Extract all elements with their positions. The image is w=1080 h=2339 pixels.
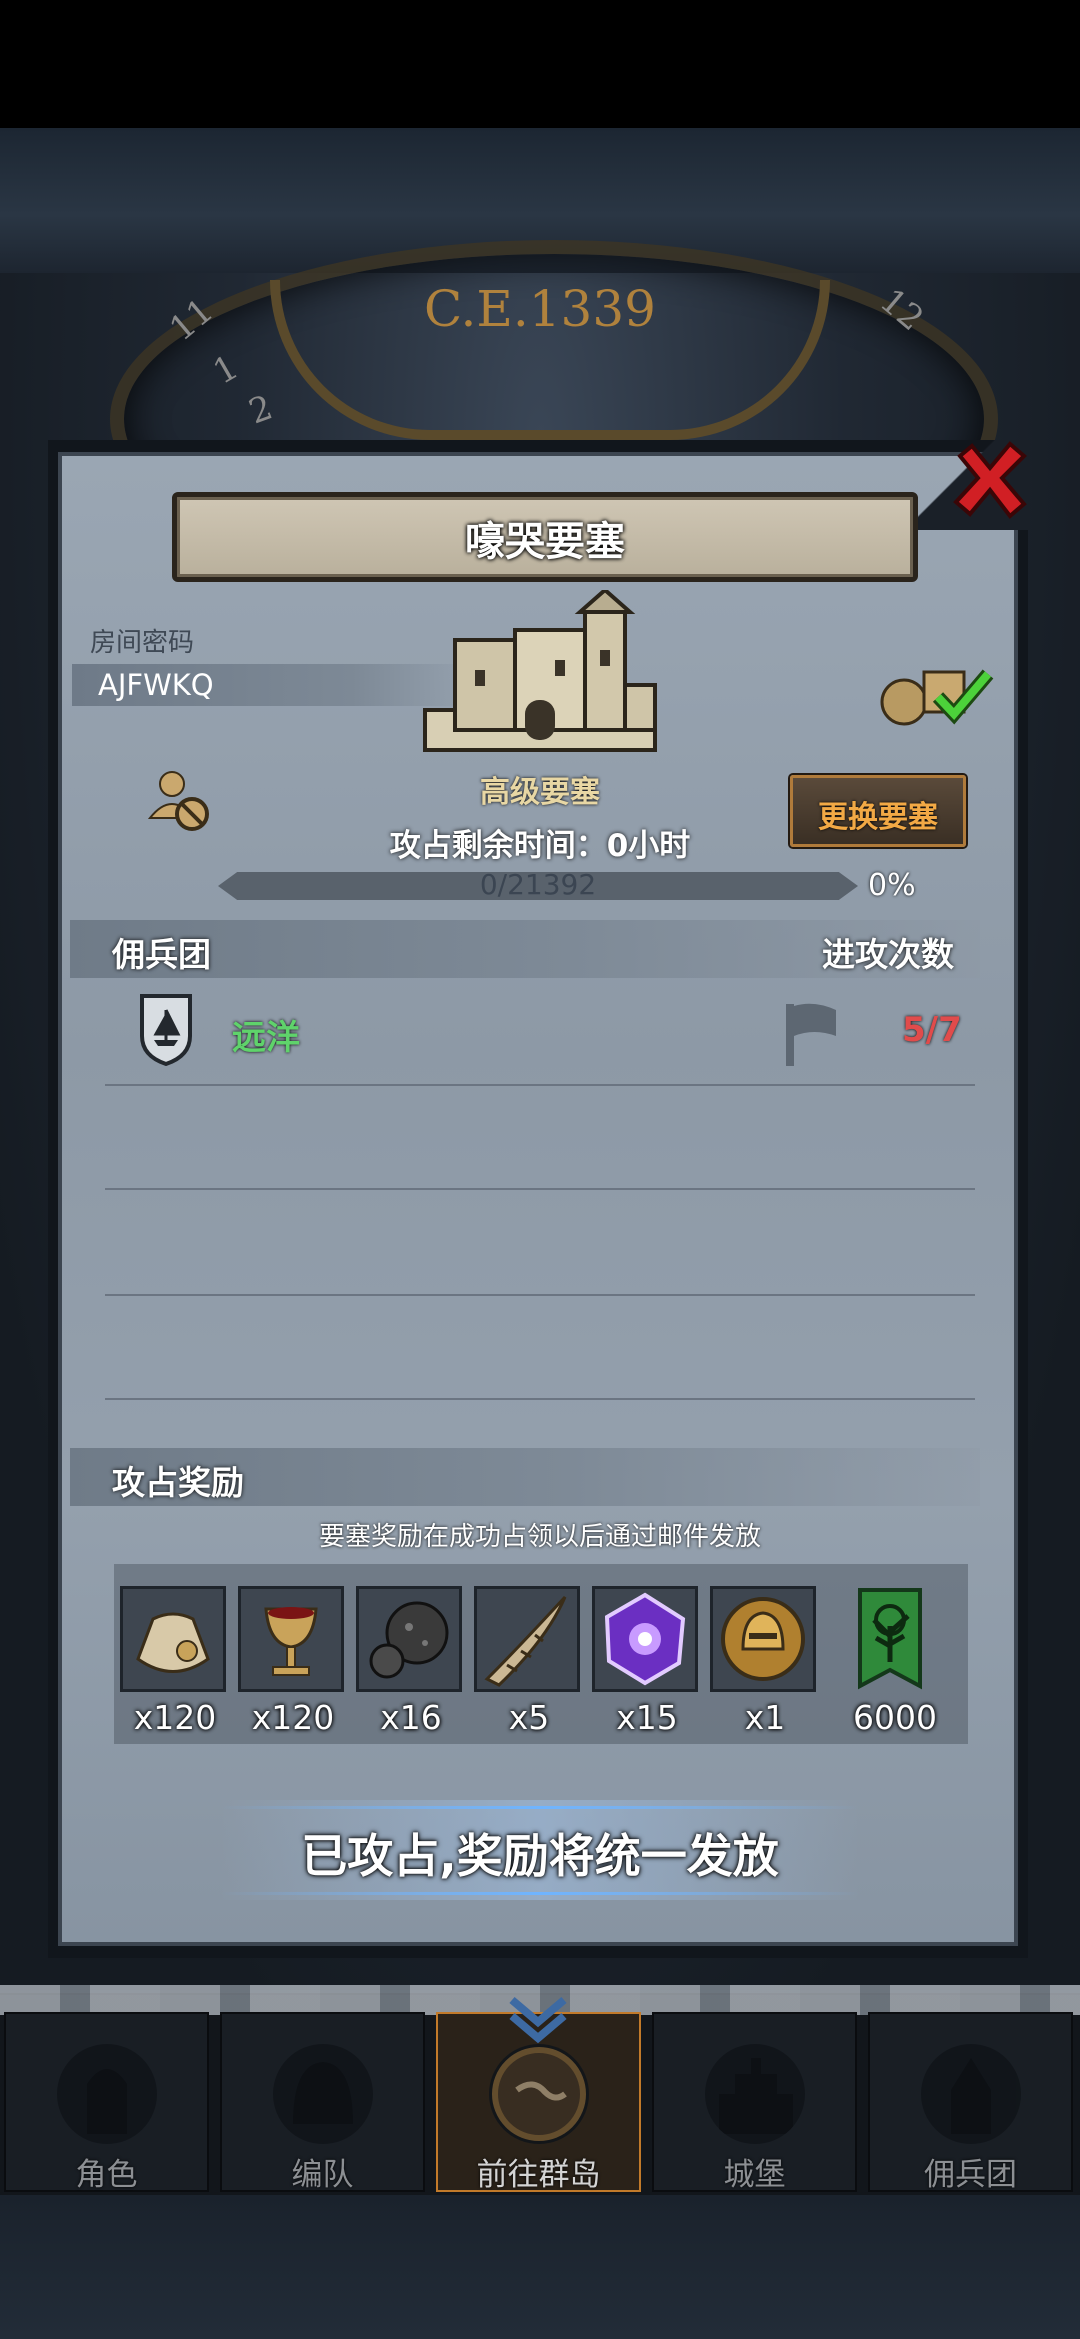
title-plate: 嚎哭要塞	[172, 492, 918, 582]
room-code-value[interactable]: AJFWKQ	[98, 668, 214, 702]
ship-shield-icon	[140, 994, 192, 1066]
reward-item[interactable]: x5	[474, 1586, 584, 1737]
reward-qty: 6000	[853, 1698, 937, 1737]
nav-item-mercenary[interactable]: 佣兵团	[868, 2012, 1073, 2193]
attack-count-header: 进攻次数	[822, 935, 954, 974]
reward-qty: x1	[744, 1698, 786, 1737]
occupation-progress-percent: 0%	[868, 868, 916, 903]
row-divider	[105, 1084, 975, 1086]
nav-label: 前往群岛	[476, 2157, 601, 2193]
room-code-label: 房间密码	[90, 628, 195, 658]
reward-item[interactable]: x1	[710, 1586, 820, 1737]
nav-label: 编队	[291, 2157, 354, 2193]
row-divider	[105, 1188, 975, 1190]
system-nav-area	[0, 2195, 1080, 2339]
supplies-check-icon[interactable]	[876, 652, 996, 732]
nav-item-character[interactable]: 角色	[4, 2012, 209, 2193]
claim-status-text: 已攻占,奖励将统一发放	[301, 1829, 779, 1883]
nav-item-castle[interactable]: 城堡	[652, 2012, 857, 2193]
helmet-icon	[272, 2044, 373, 2144]
castle-icon	[423, 590, 657, 752]
green-banner-icon	[858, 1588, 922, 1690]
knight-icon	[56, 2044, 157, 2144]
reward-item[interactable]: 6000	[840, 1586, 950, 1737]
row-divider	[105, 1294, 975, 1296]
castle-nav-icon	[704, 2044, 805, 2144]
reward-item[interactable]: x120	[238, 1586, 348, 1737]
close-icon[interactable]	[950, 440, 1030, 520]
mercenary-attack-count: 5/7	[902, 1010, 962, 1050]
flag-icon	[786, 1003, 836, 1066]
nav-item-islands[interactable]: 前往群岛	[436, 1996, 641, 2193]
gold-helmet-icon	[721, 1597, 805, 1681]
goblet-icon	[264, 1607, 318, 1676]
status-bar-area	[0, 0, 1080, 128]
reward-item[interactable]: x16	[356, 1586, 466, 1737]
horn-icon	[484, 1595, 567, 1687]
nav-label: 佣兵团	[924, 2157, 1017, 2193]
coin-sack-icon	[136, 1612, 210, 1673]
reward-note: 要塞奖励在成功占领以后通过邮件发放	[318, 1522, 761, 1552]
reward-item[interactable]: x120	[120, 1586, 230, 1737]
chevron-down-icon	[509, 1996, 567, 2044]
ore-rock-icon	[369, 1601, 449, 1679]
mercenary-header: 佣兵团	[112, 935, 211, 974]
dialog-title: 嚎哭要塞	[465, 519, 625, 565]
claim-line-bottom	[220, 1892, 860, 1895]
globe-compass-icon	[488, 2044, 589, 2144]
nav-item-formation[interactable]: 编队	[220, 2012, 425, 2193]
mercenary-icon	[920, 2044, 1021, 2144]
reward-item[interactable]: x15	[592, 1586, 702, 1737]
claim-line-top	[220, 1806, 860, 1809]
nav-label: 角色	[75, 2157, 138, 2193]
row-divider	[105, 1398, 975, 1400]
time-remaining: 攻占剩余时间：0小时	[389, 828, 691, 864]
nav-label: 城堡	[723, 2157, 786, 2193]
mercenary-name[interactable]: 远洋	[232, 1010, 300, 1059]
occupation-progress-label: 0/21392	[479, 868, 597, 901]
purple-gem-icon	[604, 1592, 686, 1686]
reward-header: 攻占奖励	[112, 1463, 244, 1502]
